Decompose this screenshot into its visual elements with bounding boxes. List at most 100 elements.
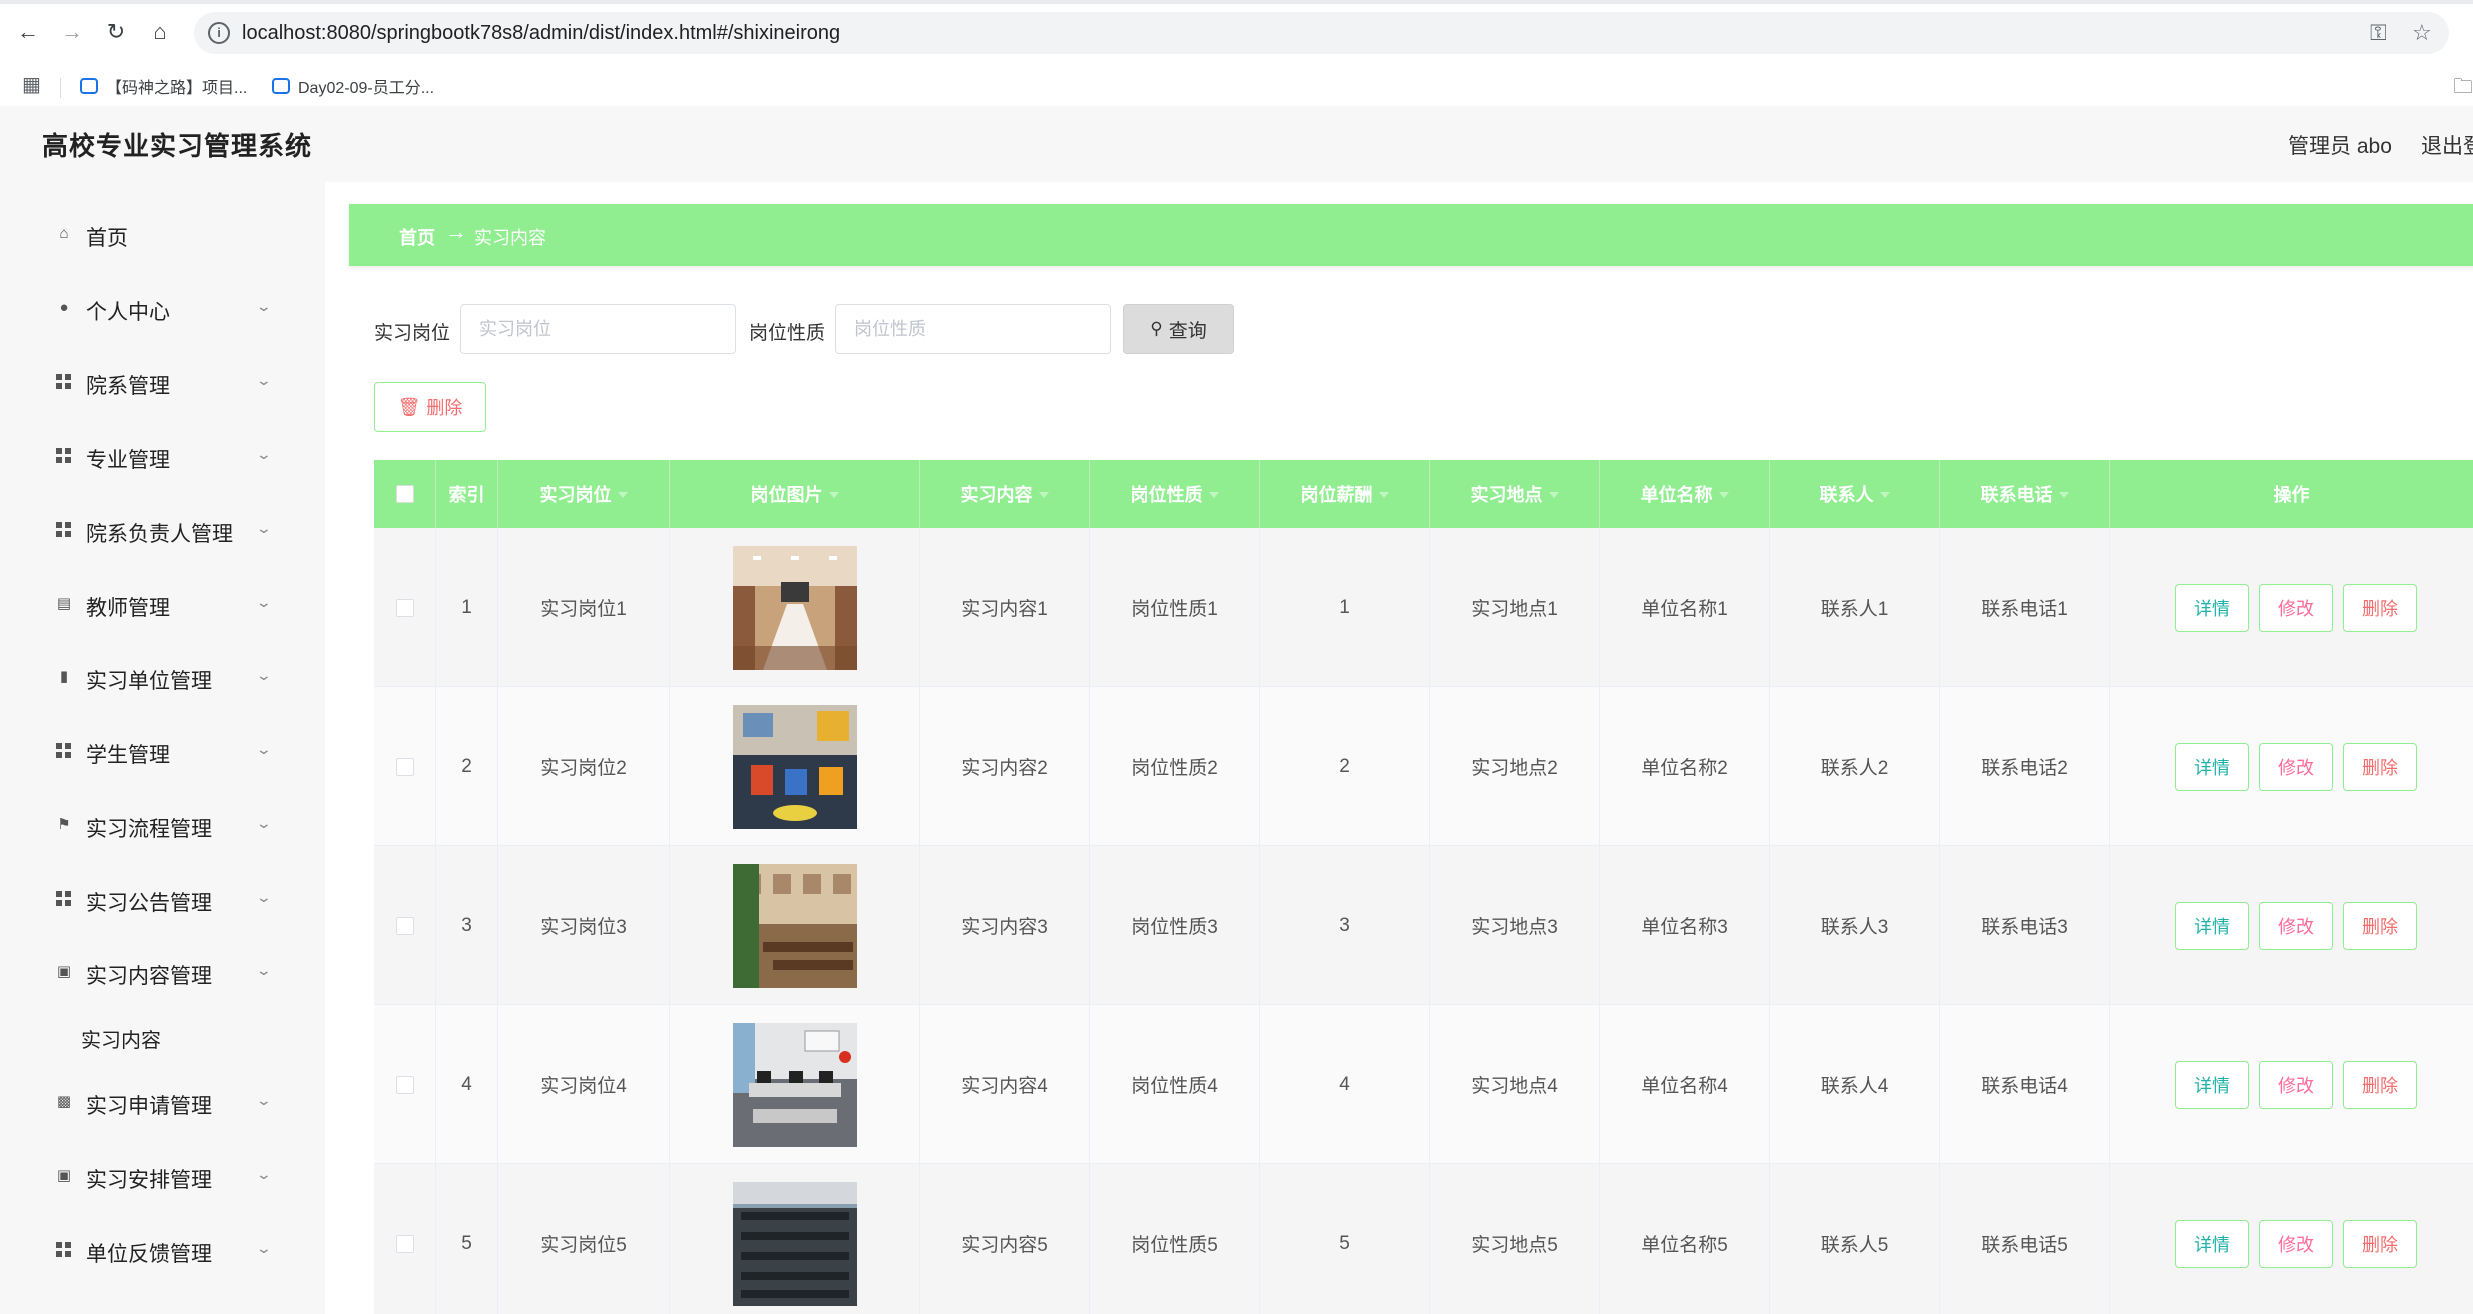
folder-icon[interactable]: 🗀 bbox=[2453, 72, 2473, 106]
lounge-photo bbox=[732, 704, 857, 829]
cell-company: 单位名称2 bbox=[1600, 687, 1770, 846]
trash-icon: 🗑 bbox=[397, 396, 421, 417]
grid-icon bbox=[56, 1242, 71, 1257]
sidebar-item-process[interactable]: ⚑ 实习流程管理 ⌄ bbox=[0, 797, 325, 857]
detail-button[interactable]: 详情 bbox=[2175, 742, 2249, 791]
row-select-cell bbox=[374, 687, 436, 846]
bar-chart-icon: ▩ bbox=[56, 1093, 72, 1110]
column-header-image[interactable]: 岗位图片 bbox=[670, 460, 920, 528]
column-header-content[interactable]: 实习内容 bbox=[920, 460, 1090, 528]
column-header-nature[interactable]: 岗位性质 bbox=[1090, 460, 1260, 528]
column-header-location[interactable]: 实习地点 bbox=[1430, 460, 1600, 528]
sidebar-item-arrangement[interactable]: ▣ 实习安排管理 ⌄ bbox=[0, 1148, 325, 1208]
cell-contact: 联系人5 bbox=[1770, 1164, 1940, 1314]
detail-button[interactable]: 详情 bbox=[2175, 583, 2249, 632]
sort-icon[interactable] bbox=[617, 492, 628, 498]
column-header-label: 实习内容 bbox=[960, 485, 1033, 505]
column-header-company[interactable]: 单位名称 bbox=[1600, 460, 1770, 528]
address-url[interactable]: localhost:8080/springbootk78s8/admin/dis… bbox=[242, 22, 840, 45]
query-button[interactable]: ⚲ 查询 bbox=[1123, 304, 1234, 354]
chevron-down-icon: ⌄ bbox=[255, 1092, 273, 1108]
cell-phone: 联系电话4 bbox=[1940, 1005, 2110, 1164]
sort-icon[interactable] bbox=[1038, 492, 1049, 498]
column-header-actions: 操作 bbox=[2110, 460, 2473, 528]
cell-contact: 联系人4 bbox=[1770, 1005, 1940, 1164]
breadcrumb-home[interactable]: 首页 bbox=[399, 224, 435, 250]
sidebar-item-feedback[interactable]: 单位反馈管理 ⌄ bbox=[0, 1222, 325, 1282]
sidebar-item-company[interactable]: ▮ 实习单位管理 ⌄ bbox=[0, 649, 325, 709]
detail-button[interactable]: 详情 bbox=[2175, 901, 2249, 950]
address-bar[interactable]: i localhost:8080/springbootk78s8/admin/d… bbox=[194, 12, 2449, 54]
sort-icon[interactable] bbox=[1718, 492, 1729, 498]
sidebar-subitem-content[interactable]: 实习内容 bbox=[0, 1008, 325, 1068]
detail-button[interactable]: 详情 bbox=[2175, 1060, 2249, 1109]
sort-icon[interactable] bbox=[1378, 492, 1389, 498]
edit-button[interactable]: 修改 bbox=[2259, 1060, 2333, 1109]
sort-icon[interactable] bbox=[828, 492, 839, 498]
sidebar-item-home[interactable]: ⌂ 首页 bbox=[0, 206, 325, 266]
nature-search-label: 岗位性质 bbox=[749, 323, 826, 344]
edit-button[interactable]: 修改 bbox=[2259, 742, 2333, 791]
row-checkbox[interactable] bbox=[395, 916, 414, 935]
ticket-icon: ▮ bbox=[59, 668, 69, 685]
row-checkbox[interactable] bbox=[395, 757, 414, 776]
edit-button[interactable]: 修改 bbox=[2259, 1219, 2333, 1268]
column-header-phone[interactable]: 联系电话 bbox=[1940, 460, 2110, 528]
batch-delete-button[interactable]: 🗑 删除 bbox=[374, 382, 486, 432]
edit-button[interactable]: 修改 bbox=[2259, 583, 2333, 632]
sidebar-item-notice[interactable]: 实习公告管理 ⌄ bbox=[0, 871, 325, 931]
grid-icon bbox=[56, 891, 71, 906]
sidebar-item-application[interactable]: ▩ 实习申请管理 ⌄ bbox=[0, 1074, 325, 1134]
sidebar-item-dept-head[interactable]: 院系负责人管理 ⌄ bbox=[0, 502, 325, 562]
sidebar-subitem-label: 实习内容 bbox=[81, 1030, 161, 1052]
nature-search-input[interactable] bbox=[835, 304, 1111, 354]
star-icon[interactable]: ☆ bbox=[2412, 20, 2432, 46]
site-info-icon[interactable]: i bbox=[208, 22, 230, 44]
cell-content: 实习内容1 bbox=[920, 528, 1090, 687]
forward-icon[interactable]: → bbox=[56, 16, 88, 48]
row-checkbox[interactable] bbox=[395, 598, 414, 617]
delete-button[interactable]: 删除 bbox=[2343, 1060, 2417, 1109]
grid-icon bbox=[56, 522, 71, 537]
column-header-position[interactable]: 实习岗位 bbox=[498, 460, 670, 528]
sort-icon[interactable] bbox=[1879, 492, 1890, 498]
sort-icon[interactable] bbox=[1548, 492, 1559, 498]
sidebar-item-department[interactable]: 院系管理 ⌄ bbox=[0, 354, 325, 414]
sidebar-item-student[interactable]: 学生管理 ⌄ bbox=[0, 723, 325, 783]
position-search-input[interactable] bbox=[460, 304, 736, 354]
row-checkbox[interactable] bbox=[395, 1234, 414, 1253]
bookmark-item[interactable]: Day02-09-员工分... bbox=[272, 74, 434, 98]
select-all-checkbox[interactable] bbox=[395, 485, 414, 503]
arrow-right-icon: → bbox=[445, 219, 467, 244]
detail-button[interactable]: 详情 bbox=[2175, 1219, 2249, 1268]
column-header-salary[interactable]: 岗位薪酬 bbox=[1260, 460, 1430, 528]
delete-button[interactable]: 删除 bbox=[2343, 742, 2417, 791]
meeting-room-photo bbox=[732, 545, 857, 670]
row-checkbox[interactable] bbox=[395, 1075, 414, 1094]
delete-button[interactable]: 删除 bbox=[2343, 901, 2417, 950]
column-header-label: 岗位薪酬 bbox=[1300, 485, 1373, 505]
sidebar-item-personal-center[interactable]: ● 个人中心 ⌄ bbox=[0, 280, 325, 340]
sidebar-item-teacher[interactable]: ▤ 教师管理 ⌄ bbox=[0, 576, 325, 636]
apps-grid-icon[interactable]: ▦ bbox=[22, 72, 41, 97]
cell-image bbox=[670, 1164, 920, 1314]
delete-button[interactable]: 删除 bbox=[2343, 583, 2417, 632]
home-icon[interactable]: ⌂ bbox=[144, 16, 176, 48]
edit-button[interactable]: 修改 bbox=[2259, 901, 2333, 950]
sidebar-item-label: 实习流程管理 bbox=[86, 818, 212, 841]
cell-image bbox=[670, 687, 920, 846]
sidebar-item-major[interactable]: 专业管理 ⌄ bbox=[0, 428, 325, 488]
key-icon[interactable]: ⚿ bbox=[2370, 20, 2387, 46]
reload-icon[interactable]: ↻ bbox=[100, 16, 132, 48]
cell-nature: 岗位性质3 bbox=[1090, 846, 1260, 1005]
sort-icon[interactable] bbox=[1208, 492, 1219, 498]
back-icon[interactable]: ← bbox=[12, 16, 44, 48]
bookmark-item[interactable]: 【码神之路】项目... bbox=[80, 74, 247, 98]
sort-icon[interactable] bbox=[2058, 492, 2069, 498]
main-content: 首页 → 实习内容 实习岗位 岗位性质 ⚲ 查询 🗑 删除 索引 实习岗位 岗位… bbox=[325, 182, 2473, 1314]
column-header-contact[interactable]: 联系人 bbox=[1770, 460, 1940, 528]
delete-button[interactable]: 删除 bbox=[2343, 1219, 2417, 1268]
sidebar-item-content[interactable]: ▣ 实习内容管理 ⌄ bbox=[0, 944, 325, 1004]
app-title: 高校专业实习管理系统 bbox=[42, 131, 313, 161]
logout-link[interactable]: 退出登 bbox=[2421, 130, 2473, 160]
